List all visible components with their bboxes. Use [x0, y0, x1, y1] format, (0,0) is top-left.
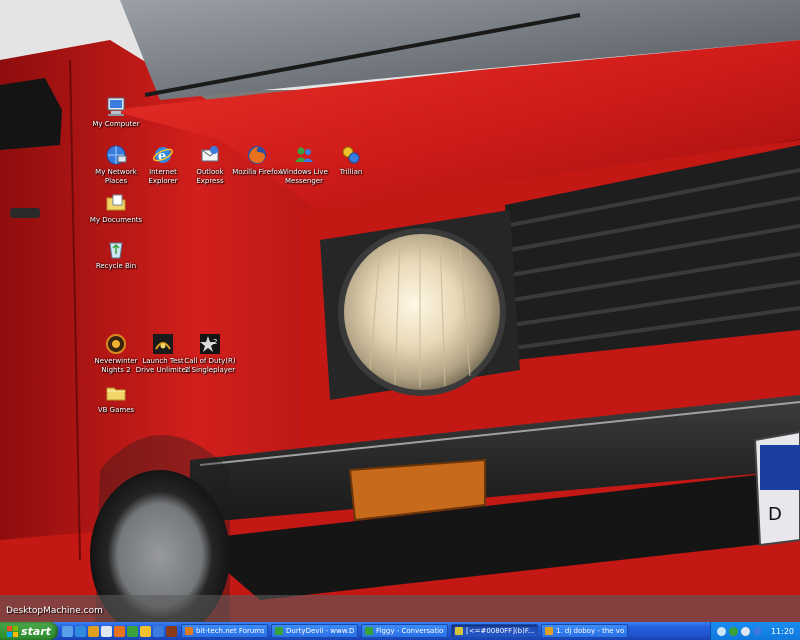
recycle-bin-icon	[109, 242, 123, 259]
icon-label: Trillian	[339, 168, 363, 176]
media-player-icon[interactable]	[88, 625, 99, 637]
desktop-icon-call-of-duty-2[interactable]: 2 Call of Duty(R) 2 Singleplayer	[172, 333, 248, 375]
icon-label: VB Games	[97, 406, 135, 414]
desktop-icon-my-computer[interactable]: My Computer	[78, 96, 154, 129]
firefox-icon	[185, 627, 193, 635]
desktop-icon-vb-games[interactable]: VB Games	[78, 382, 154, 415]
icon-label: Recycle Bin	[95, 262, 137, 270]
trillian-icon	[455, 627, 463, 635]
icon-label: My Documents	[89, 216, 143, 224]
network-icon[interactable]	[153, 625, 164, 637]
messenger-icon[interactable]	[127, 625, 138, 637]
computer-icon	[107, 97, 125, 116]
svg-text:D: D	[768, 504, 782, 525]
messenger-icon	[295, 147, 313, 162]
taskbar-button-winamp[interactable]: 1. dj doboy - the voc...	[541, 624, 628, 638]
task-label: DurtyDevil - www.Da...	[286, 627, 354, 635]
taskbar: start bit-tech.net Forums -... DurtyDevi…	[0, 622, 800, 640]
clock[interactable]: 11:20	[771, 627, 794, 636]
taskbar-button-figgy-conversation[interactable]: Figgy - Conversation	[361, 624, 448, 638]
internet-explorer-icon[interactable]	[75, 625, 86, 637]
icon-label: My Computer	[92, 120, 140, 128]
show-desktop-icon[interactable]	[62, 625, 73, 637]
messenger-icon	[275, 627, 283, 635]
firefox-icon[interactable]	[114, 625, 125, 637]
taskbar-button-bit-tech-forums[interactable]: bit-tech.net Forums -...	[181, 624, 268, 638]
messenger-icon	[365, 627, 373, 635]
task-label: 1. dj doboy - the voc...	[556, 627, 624, 635]
winamp-icon	[545, 627, 553, 635]
windows-logo-icon	[7, 625, 19, 637]
game-icon[interactable]	[166, 625, 177, 637]
start-button[interactable]: start	[0, 622, 58, 640]
svg-text:2: 2	[213, 338, 217, 346]
wallpaper: D	[0, 0, 800, 622]
icon-label: Call of Duty(R) 2 Singleplayer	[184, 357, 236, 374]
trillian-icon	[342, 146, 360, 164]
system-tray: 11:20	[710, 622, 800, 640]
desktop-icon-recycle-bin[interactable]: Recycle Bin	[78, 238, 154, 271]
messenger-tray-icon[interactable]	[729, 626, 738, 636]
volume-icon[interactable]	[741, 626, 750, 636]
trillian-icon[interactable]	[140, 625, 151, 637]
taskbar-button-durtydevil[interactable]: DurtyDevil - www.Da...	[271, 624, 358, 638]
wallpaper-watermark: DesktopMachine.com	[6, 606, 103, 616]
network-places-icon	[106, 145, 127, 165]
desktop[interactable]: D My Computer My Network Places e Intern…	[0, 0, 800, 622]
folder-documents-icon	[106, 194, 126, 211]
outlook-express-icon[interactable]	[101, 625, 112, 637]
show-hidden-icons-icon[interactable]	[717, 626, 726, 636]
task-label: Figgy - Conversation	[376, 627, 444, 635]
quick-launch	[58, 622, 181, 640]
desktop-icon-my-documents[interactable]: My Documents	[78, 192, 154, 225]
call-of-duty-icon: 2	[200, 334, 220, 354]
network-tray-icon[interactable]	[753, 626, 762, 636]
task-label: bit-tech.net Forums -...	[196, 627, 264, 635]
outlook-express-icon	[201, 146, 219, 162]
desktop-icon-trillian[interactable]: Trillian	[313, 144, 389, 177]
task-label: [<=#0080FF](b)F...	[466, 627, 534, 635]
neverwinter-icon	[106, 334, 126, 354]
folder-icon	[106, 387, 126, 401]
taskbar-button-conversation[interactable]: [<=#0080FF](b)F...	[451, 624, 538, 638]
start-label: start	[21, 624, 51, 638]
internet-explorer-icon: e	[153, 147, 173, 164]
firefox-icon	[248, 146, 266, 164]
test-drive-icon	[153, 334, 173, 354]
